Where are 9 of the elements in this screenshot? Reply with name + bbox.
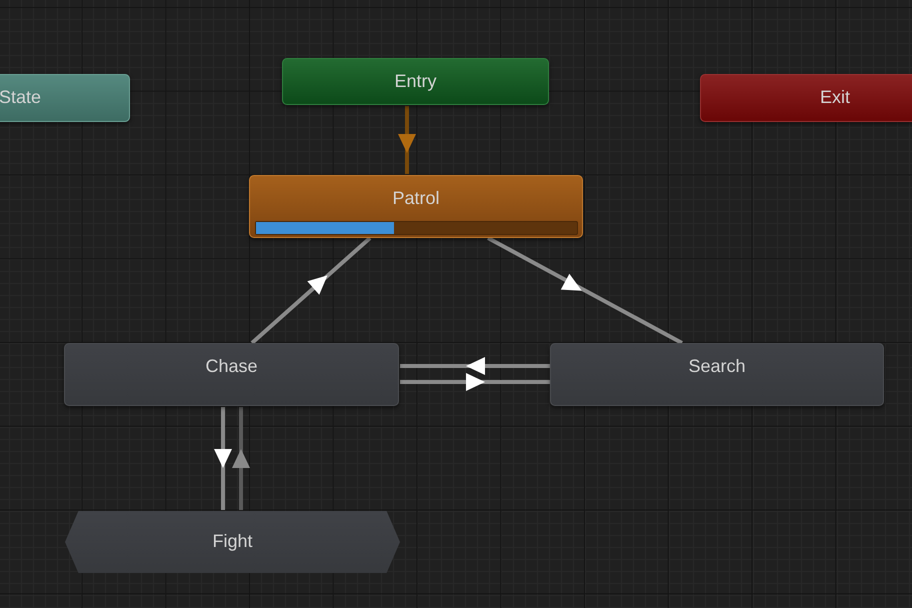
graph-node[interactable]: Search [550, 343, 884, 406]
default-state-node[interactable]: Patrol [249, 175, 583, 238]
sub-state-machine-node[interactable]: Fight [65, 511, 400, 573]
graph-node[interactable]: Chase [64, 343, 399, 406]
entry-node[interactable]: Entry [282, 58, 549, 105]
transition-arrow[interactable] [400, 357, 550, 375]
transition-arrow[interactable] [214, 407, 232, 510]
exit-node[interactable]: Exit [700, 74, 912, 122]
transition-arrow[interactable] [400, 373, 550, 391]
